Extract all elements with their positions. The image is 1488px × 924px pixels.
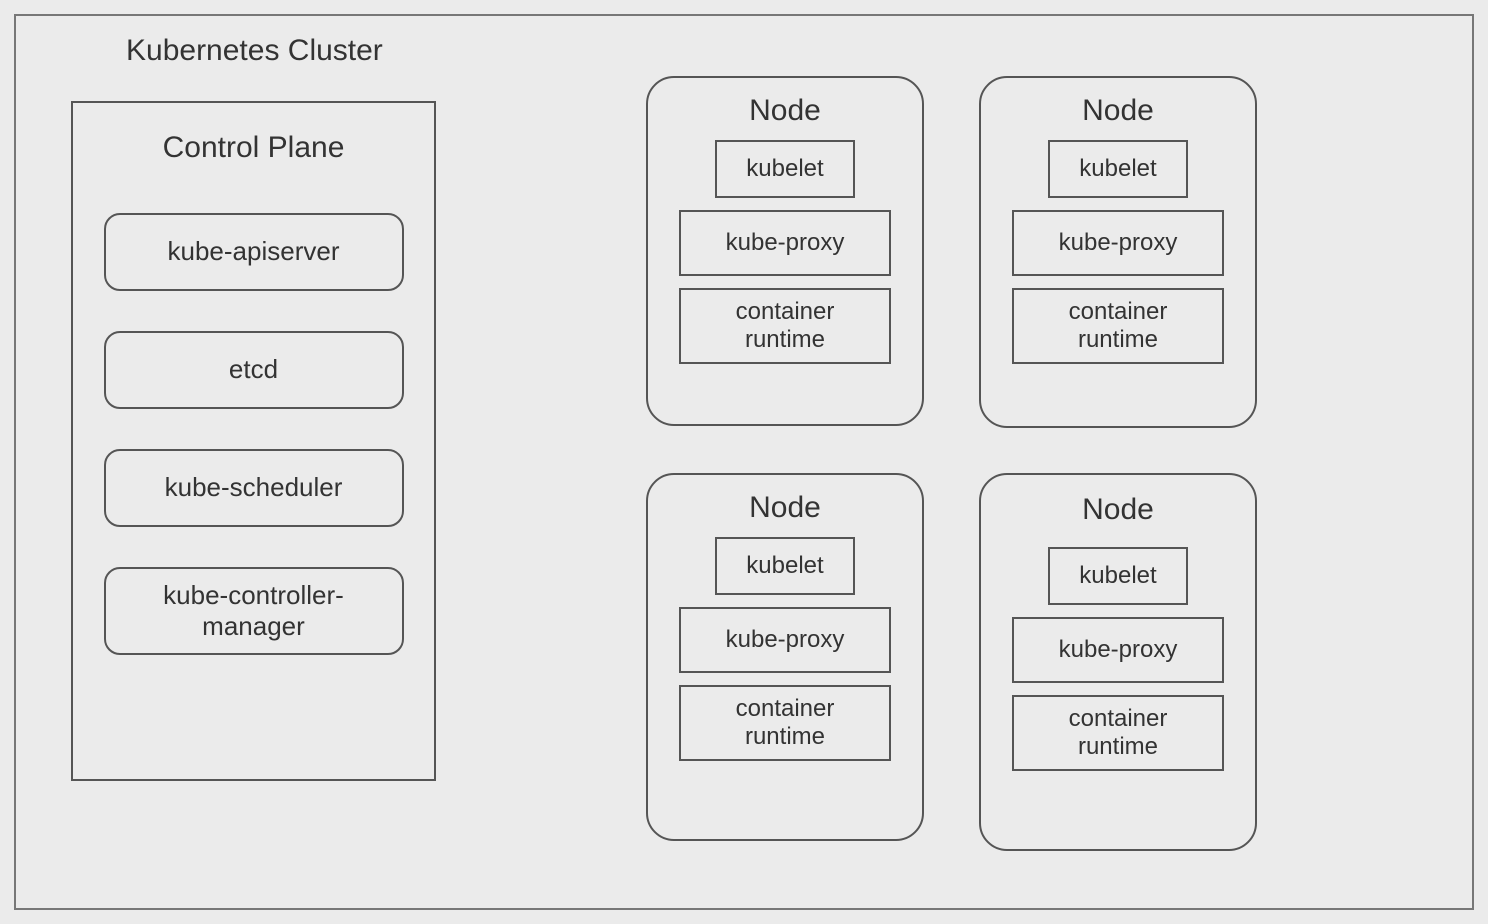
kubelet-box: kubelet xyxy=(715,537,855,595)
container-runtime-box: containerruntime xyxy=(679,685,891,761)
control-plane-title: Control Plane xyxy=(73,131,434,165)
control-plane-items: kube-apiserver etcd kube-scheduler kube-… xyxy=(73,213,434,655)
cluster-title: Kubernetes Cluster xyxy=(126,34,383,68)
control-plane-box: Control Plane kube-apiserver etcd kube-s… xyxy=(71,101,436,781)
nodes-area: Node kubelet kube-proxy containerruntime… xyxy=(646,76,1336,896)
node-title: Node xyxy=(749,491,821,525)
kube-controller-manager-box: kube-controller-manager xyxy=(104,567,404,655)
kubelet-box: kubelet xyxy=(1048,547,1188,605)
node-title: Node xyxy=(1082,493,1154,527)
kubelet-box: kubelet xyxy=(1048,140,1188,198)
kube-proxy-box: kube-proxy xyxy=(679,607,891,673)
node-title: Node xyxy=(749,94,821,128)
etcd-box: etcd xyxy=(104,331,404,409)
node-title: Node xyxy=(1082,94,1154,128)
node-box: Node kubelet kube-proxy containerruntime xyxy=(979,76,1257,428)
kube-proxy-box: kube-proxy xyxy=(679,210,891,276)
node-box: Node kubelet kube-proxy containerruntime xyxy=(646,76,924,426)
kube-proxy-box: kube-proxy xyxy=(1012,617,1224,683)
kube-scheduler-box: kube-scheduler xyxy=(104,449,404,527)
kube-proxy-box: kube-proxy xyxy=(1012,210,1224,276)
node-box: Node kubelet kube-proxy containerruntime xyxy=(979,473,1257,851)
kube-apiserver-box: kube-apiserver xyxy=(104,213,404,291)
container-runtime-box: containerruntime xyxy=(679,288,891,364)
kubelet-box: kubelet xyxy=(715,140,855,198)
node-box: Node kubelet kube-proxy containerruntime xyxy=(646,473,924,841)
container-runtime-box: containerruntime xyxy=(1012,695,1224,771)
container-runtime-box: containerruntime xyxy=(1012,288,1224,364)
kubernetes-cluster-container: Kubernetes Cluster Control Plane kube-ap… xyxy=(14,14,1474,910)
